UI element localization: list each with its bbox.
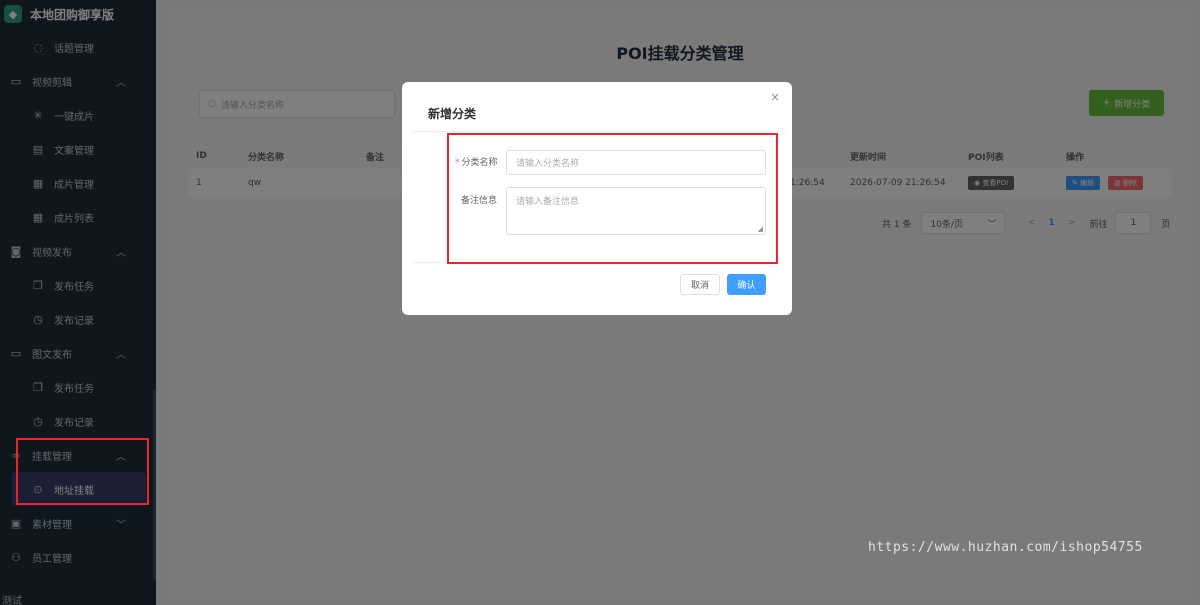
dialog-divider-top <box>412 131 777 132</box>
add-category-dialog: 新增分类 × * 分类名称 请输入分类名称 备注信息 请输入备注信息 ◢ 取消 确… <box>402 82 792 315</box>
dialog-title: 新增分类 <box>428 107 477 121</box>
watermark: https://www.huzhan.com/ishop54755 <box>868 540 1143 555</box>
close-icon[interactable]: × <box>770 90 780 104</box>
annotation-box-sidebar <box>16 438 149 505</box>
confirm-button[interactable]: 确认 <box>727 274 766 295</box>
annotation-box-form <box>447 133 778 264</box>
cancel-button[interactable]: 取消 <box>680 274 720 295</box>
